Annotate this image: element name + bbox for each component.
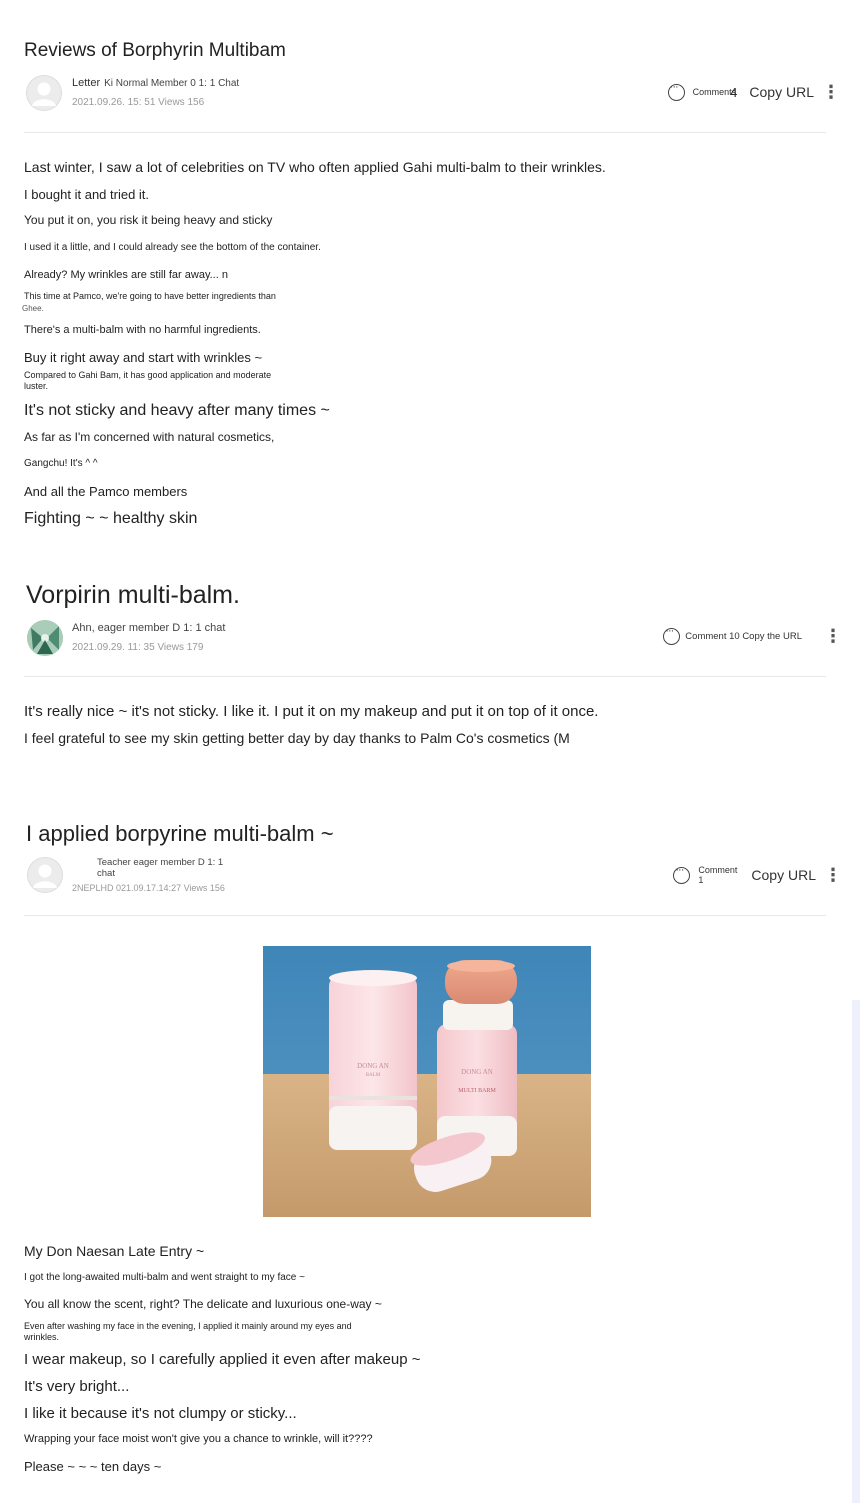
body-line: Fighting ~ ~ healthy skin <box>24 510 198 527</box>
body-line: Buy it right away and start with wrinkle… <box>24 350 263 365</box>
author-nickname[interactable]: Letter <box>72 77 100 89</box>
post-meta: Ahn, eager member D 1: 1 chat 2021.09.29… <box>24 618 842 660</box>
body-line: My Don Naesan Late Entry ~ <box>24 1243 205 1259</box>
post-title[interactable]: I applied borpyrine multi-balm ~ <box>26 821 334 847</box>
scroll-rail[interactable] <box>852 1000 860 1503</box>
body-line: Ghee. <box>22 304 44 313</box>
body-line: I like it because it's not clumpy or sti… <box>24 1405 297 1422</box>
post-dateline: 2021.09.29. 11: 35 Views 179 <box>72 642 204 653</box>
svg-text:DONG AN: DONG AN <box>357 1062 389 1070</box>
comment-label: Comment <box>698 865 738 875</box>
body-line: Gangchu! It's ^ ^ <box>24 458 98 469</box>
post-actions: Comment 1 Copy URL ⋮ <box>673 857 842 893</box>
post-dateline: 2021.09.26. 15: 51 Views 156 <box>72 97 205 108</box>
body-line: luster. <box>24 381 49 391</box>
body-line: There's a multi-balm with no harmful ing… <box>24 324 261 336</box>
body-line: I got the long-awaited multi-balm and we… <box>24 1272 305 1283</box>
comment-icon[interactable] <box>673 864 691 884</box>
author-info[interactable]: Ahn, eager member D 1: 1 chat <box>72 622 225 634</box>
body-line: Compared to Gahi Bam, it has good applic… <box>24 370 272 380</box>
kebab-menu-icon[interactable]: ⋮ <box>824 627 842 645</box>
post-dateline: 2NEPLHD 021.09.17.14:27 Views 156 <box>72 883 225 893</box>
post-actions: Comments 4 Copy URL ⋮ <box>667 74 840 110</box>
body-line: Last winter, I saw a lot of celebrities … <box>24 159 606 175</box>
author-info[interactable]: Teacher eager member D 1: 1 chat <box>97 857 227 879</box>
body-line: Already? My wrinkles are still far away.… <box>24 269 228 281</box>
default-avatar-icon[interactable] <box>26 75 62 111</box>
comment-copy-url[interactable]: Comment 10 Copy the URL <box>685 631 802 642</box>
body-line: Even after washing my face in the evenin… <box>24 1321 352 1331</box>
body-line: I wear makeup, so I carefully applied it… <box>24 1351 421 1368</box>
post-meta: Teacher eager member D 1: 1 chat 2NEPLHD… <box>24 857 842 897</box>
author-rank: Ki Normal Member 0 1: 1 Chat <box>104 78 240 89</box>
body-line: Please ~ ~ ~ ten days ~ <box>24 1459 162 1474</box>
body-line: You all know the scent, right? The delic… <box>24 1297 382 1311</box>
post-actions: Comment 10 Copy the URL ⋮ <box>663 618 842 654</box>
body-line: I feel grateful to see my skin getting b… <box>24 730 570 746</box>
copy-url-button[interactable]: Copy URL <box>751 867 816 883</box>
post-meta: Letter Ki Normal Member 0 1: 1 Chat 2021.… <box>24 74 840 115</box>
product-photo[interactable]: DONG AN BALM DONG AN MULTI BARM <box>263 946 591 1217</box>
body-line: You put it on, you risk it being heavy a… <box>24 213 273 227</box>
post-title[interactable]: Reviews of Borphyrin Multibam <box>24 40 286 62</box>
divider <box>24 676 826 677</box>
comment-count: 1 <box>698 875 704 885</box>
body-line: It's not sticky and heavy after many tim… <box>24 402 330 419</box>
comment-icon[interactable] <box>667 81 685 101</box>
default-avatar-icon[interactable] <box>27 857 63 893</box>
body-line: Wrapping your face moist won't give you … <box>24 1433 373 1445</box>
author-info[interactable]: Letter Ki Normal Member 0 1: 1 Chat <box>72 77 239 89</box>
comment-icon[interactable] <box>663 625 681 645</box>
body-line: I used it a little, and I could already … <box>24 242 321 253</box>
kebab-menu-icon[interactable]: ⋮ <box>822 83 840 101</box>
svg-text:MULTI BARM: MULTI BARM <box>458 1088 496 1094</box>
kebab-menu-icon[interactable]: ⋮ <box>824 866 842 884</box>
divider <box>24 132 826 133</box>
body-line: This time at Pamco, we're going to have … <box>24 291 276 301</box>
avatar[interactable] <box>27 620 63 656</box>
post-title[interactable]: Vorpirin multi-balm. <box>26 581 240 610</box>
copy-url-button[interactable]: Copy URL <box>749 84 814 100</box>
svg-text:BALM: BALM <box>366 1073 381 1078</box>
svg-text:DONG AN: DONG AN <box>461 1068 493 1076</box>
body-line: It's really nice ~ it's not sticky. I li… <box>24 703 599 720</box>
body-line: And all the Pamco members <box>24 484 188 499</box>
divider <box>24 915 826 916</box>
comment-link[interactable]: Comment 1 <box>698 865 737 885</box>
body-line: As far as I'm concerned with natural cos… <box>24 430 275 444</box>
comment-count[interactable]: 4 <box>730 85 737 100</box>
body-line: It's very bright... <box>24 1378 130 1395</box>
body-line: I bought it and tried it. <box>24 187 150 202</box>
body-line: wrinkles. <box>24 1332 60 1342</box>
